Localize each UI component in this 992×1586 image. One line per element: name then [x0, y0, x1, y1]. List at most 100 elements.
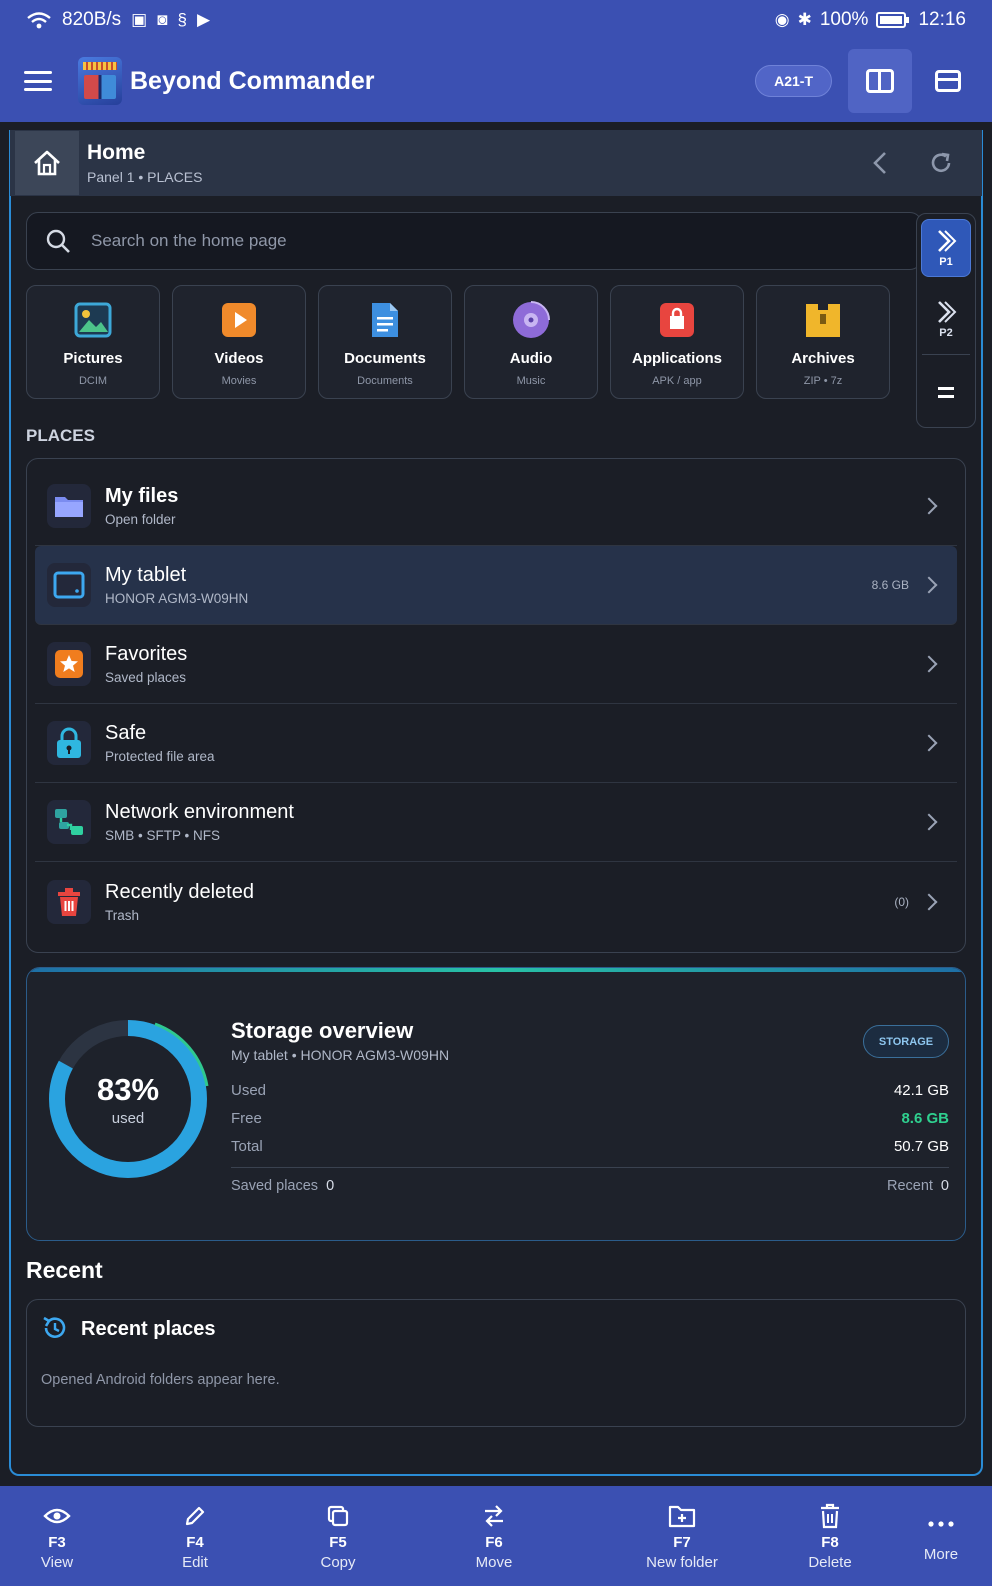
trash-icon [47, 879, 91, 924]
place-my-files[interactable]: My files Open folder [35, 467, 957, 546]
chevron-right-icon [920, 497, 938, 515]
back-icon[interactable] [870, 150, 890, 176]
tile-pictures[interactable]: Pictures DCIM [26, 285, 160, 399]
dual-panel-button[interactable] [848, 49, 912, 113]
status-bar: 820B/s ▣ ◙ § ▶ ◉ ✱ 100% 12:16 [0, 0, 992, 40]
chevron-right-icon [920, 655, 938, 673]
f7-new-folder-button[interactable]: F7 New folder [626, 1486, 738, 1586]
panel-subtitle: Panel 1 • PLACES [87, 169, 203, 185]
star-icon [47, 642, 91, 686]
archives-icon [803, 300, 843, 340]
pencil-icon [183, 1502, 207, 1530]
tile-audio[interactable]: Audio Music [464, 285, 598, 399]
tile-applications[interactable]: Applications APK / app [610, 285, 744, 399]
double-chevron-right-icon [938, 229, 957, 252]
saved-places-count: Saved places 0 [231, 1178, 335, 1194]
search-input[interactable]: Search on the home page [26, 212, 922, 270]
f6-move-button[interactable]: F6 Move [459, 1486, 529, 1586]
quick-access-tiles: Pictures DCIM Videos Movies Documents Do… [26, 285, 890, 399]
clock: 12:16 [918, 9, 966, 30]
trash-count: (0) [894, 894, 909, 909]
chevron-right-icon [920, 734, 938, 752]
recent-card-title: Recent places [81, 1318, 216, 1340]
app-title: Beyond Commander [130, 66, 375, 95]
audio-icon [511, 300, 551, 340]
storage-footer: Saved places 0 Recent 0 [231, 1178, 949, 1194]
wifi-icon [27, 12, 51, 29]
new-folder-icon [668, 1502, 696, 1530]
storage-used-row: Used 42.1 GB [231, 1082, 949, 1099]
tablet-icon [47, 563, 91, 607]
battery-percent: 100% [819, 9, 869, 30]
storage-total-row: Total 50.7 GB [231, 1138, 949, 1155]
network-icon [47, 800, 91, 844]
storage-subtitle: My tablet • HONOR AGM3-W09HN [231, 1047, 450, 1063]
window-icon [935, 70, 961, 92]
panel-header: Home Panel 1 • PLACES [10, 130, 982, 196]
device-chip[interactable]: A21-T [755, 65, 832, 97]
recent-places-card: Recent places Opened Android folders app… [26, 1299, 966, 1427]
documents-icon [365, 300, 405, 340]
storage-gauge-label: 83% used [96, 1071, 160, 1127]
pictures-icon [73, 300, 113, 340]
chevron-right-icon [920, 576, 938, 594]
recent-empty-text: Opened Android folders appear here. [41, 1372, 280, 1388]
eye-icon [43, 1502, 71, 1530]
storage-title: Storage overview [231, 1018, 414, 1043]
split-view-icon [866, 69, 894, 93]
panel-title: Home [87, 141, 146, 164]
search-icon [46, 229, 70, 253]
home-icon [34, 150, 60, 176]
place-favorites[interactable]: Favorites Saved places [35, 625, 957, 704]
place-recently-deleted[interactable]: Recently deleted Trash (0) [35, 862, 957, 941]
menu-icon[interactable] [24, 71, 52, 91]
f4-edit-button[interactable]: F4 Edit [160, 1486, 230, 1586]
net-speed: 820B/s [62, 9, 122, 30]
place-network-environment[interactable]: Network environment SMB • SFTP • NFS [35, 783, 957, 862]
sync-icon: § [177, 10, 187, 29]
delete-icon [819, 1502, 841, 1530]
tile-archives[interactable]: Archives ZIP • 7z [756, 285, 890, 399]
storage-free-row: Free 8.6 GB [231, 1110, 949, 1127]
history-icon [43, 1316, 66, 1338]
chevron-right-icon [920, 893, 938, 910]
copy-icon [326, 1502, 350, 1530]
f8-delete-button[interactable]: F8 Delete [795, 1486, 865, 1586]
divider [231, 1167, 949, 1168]
double-chevron-right-icon [938, 300, 957, 323]
more-button[interactable]: More [906, 1486, 976, 1586]
divider [922, 354, 970, 355]
storage-percent: 83% [96, 1071, 160, 1107]
app-bar: Beyond Commander A21-T [0, 40, 992, 122]
place-size: 8.6 GB [871, 578, 909, 592]
storage-overview-card: 83% used Storage overview My tablet • HO… [26, 967, 966, 1241]
applications-icon [657, 300, 697, 340]
place-my-tablet[interactable]: My tablet HONOR AGM3-W09HN 8.6 GB [35, 546, 957, 625]
app-logo [78, 57, 122, 105]
move-icon [481, 1502, 507, 1530]
folder-icon [47, 484, 91, 528]
panel-1-button[interactable]: P1 [921, 219, 971, 277]
home-button[interactable] [15, 131, 79, 195]
f5-copy-button[interactable]: F5 Copy [303, 1486, 373, 1586]
videos-icon [219, 300, 259, 340]
storage-badge[interactable]: STORAGE [863, 1025, 949, 1058]
panel-2-button[interactable]: P2 [921, 290, 971, 348]
recent-count: Recent 0 [886, 1178, 949, 1194]
recent-heading: Recent [26, 1257, 103, 1283]
eye-comfort-icon: ◉ [774, 10, 790, 29]
window-button[interactable] [928, 61, 968, 101]
function-key-bar: F3 View F4 Edit F5 Copy F6 Move F7 New f… [0, 1486, 992, 1586]
place-safe[interactable]: Safe Protected file area [35, 704, 957, 783]
panel-switcher: P1 P2 [916, 213, 976, 428]
refresh-icon[interactable] [928, 150, 954, 176]
tile-videos[interactable]: Videos Movies [172, 285, 306, 399]
bluetooth-icon: ✱ [797, 10, 812, 29]
equalize-panels-button[interactable] [921, 364, 971, 420]
storage-accent-line [27, 968, 965, 972]
search-placeholder: Search on the home page [91, 231, 287, 250]
places-list: My files Open folder My tablet HONOR AGM… [26, 458, 966, 953]
tile-documents[interactable]: Documents Documents [318, 285, 452, 399]
f3-view-button[interactable]: F3 View [22, 1486, 92, 1586]
app-notification-icon: ◙ [157, 10, 168, 29]
